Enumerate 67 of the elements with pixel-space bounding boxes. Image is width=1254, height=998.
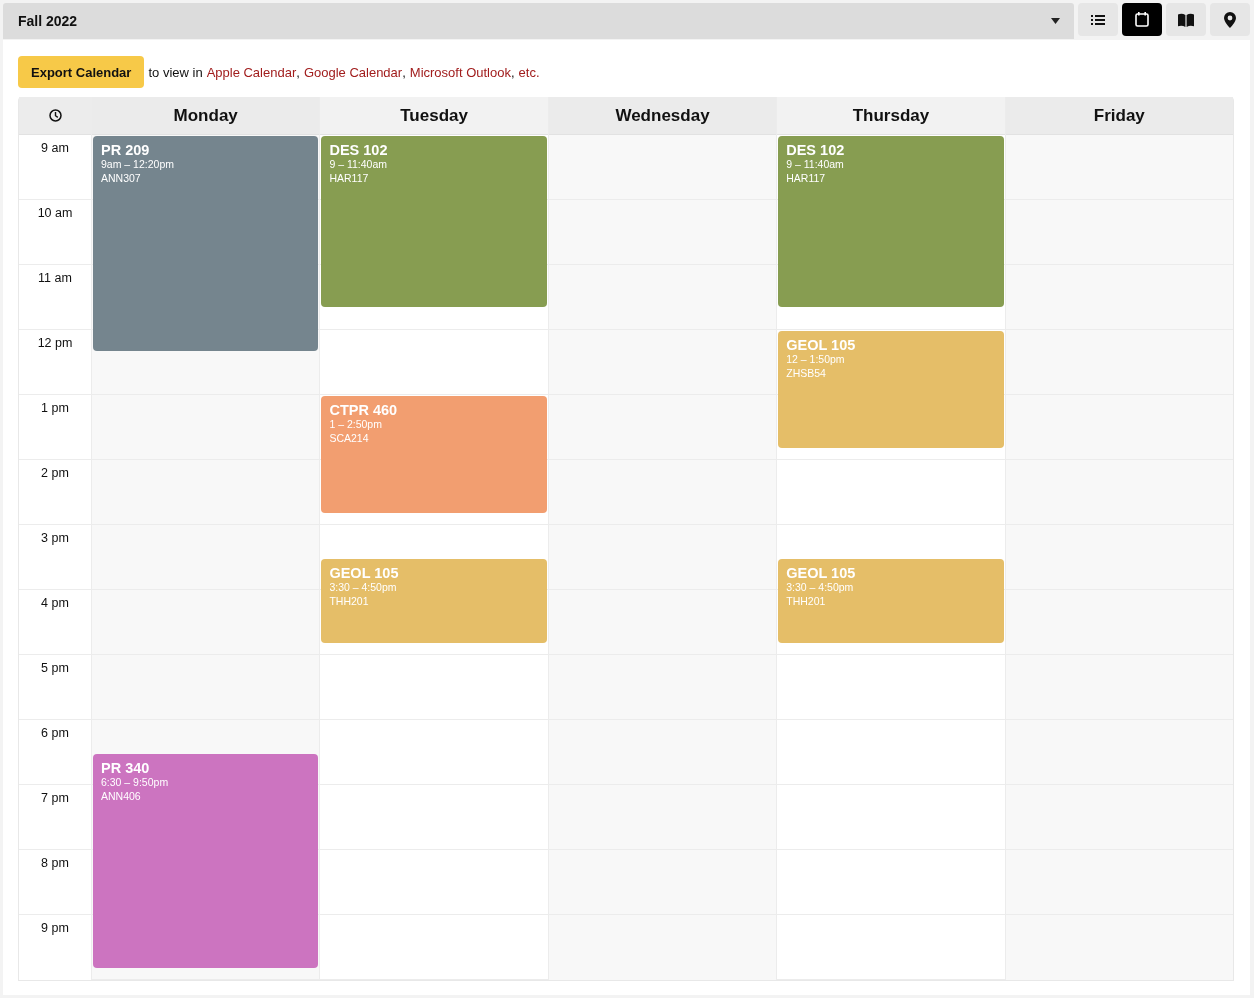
course-time: 3:30 – 4:50pm bbox=[786, 580, 854, 594]
course-title: CTPR 460 bbox=[329, 402, 398, 418]
app-link[interactable]: etc. bbox=[518, 64, 540, 80]
hour-label: 10 am bbox=[37, 206, 73, 220]
day-header: Monday bbox=[173, 105, 238, 126]
caret-icon bbox=[1051, 18, 1060, 24]
export-calendar-button[interactable]: Export Calendar bbox=[18, 56, 145, 88]
hour-label: 12 pm bbox=[37, 336, 73, 350]
hour-label: 4 pm bbox=[41, 596, 69, 610]
course-title: DES 102 bbox=[786, 142, 845, 158]
comma: , bbox=[296, 64, 300, 80]
hour-label: 11 am bbox=[38, 271, 72, 285]
course-event[interactable]: DES 102 9 – 11:40am HAR117 bbox=[321, 136, 547, 308]
pin-icon bbox=[1224, 11, 1236, 28]
comma: , bbox=[510, 64, 515, 80]
comma: , bbox=[402, 64, 406, 80]
calendar-icon bbox=[1135, 12, 1149, 27]
course-time: 12 – 1:50pm bbox=[786, 353, 845, 366]
export-hint: to view in bbox=[148, 64, 203, 80]
course-time: 9 – 11:40am bbox=[329, 158, 387, 171]
course-title: DES 102 bbox=[329, 142, 388, 158]
course-event[interactable]: CTPR 460 1 – 2:50pm SCA214 bbox=[321, 396, 547, 514]
course-time: 6:30 – 9:50pm bbox=[101, 775, 169, 789]
course-room: ANN406 bbox=[101, 788, 141, 804]
hour-label: 6 pm bbox=[41, 726, 69, 740]
course-time: 1 – 2:50pm bbox=[329, 418, 382, 431]
hour-label: 1 pm bbox=[41, 401, 69, 415]
day-header: Thursday bbox=[852, 105, 930, 126]
book-icon bbox=[1178, 12, 1194, 27]
hour-label: 9 am bbox=[41, 141, 69, 155]
view-button[interactable] bbox=[1210, 3, 1250, 36]
hour-label: 2 pm bbox=[41, 466, 69, 480]
hour-label: 5 pm bbox=[41, 661, 69, 675]
course-event[interactable]: DES 102 9 – 11:40am HAR117 bbox=[778, 136, 1004, 308]
course-room: THH201 bbox=[329, 593, 369, 609]
hour-label: 7 pm bbox=[41, 791, 69, 805]
clock-icon bbox=[48, 109, 62, 122]
view-button[interactable] bbox=[1078, 3, 1118, 36]
course-room: ZHSB54 bbox=[786, 366, 826, 381]
hour-label: 3 pm bbox=[41, 531, 69, 545]
course-room: ANN307 bbox=[101, 171, 141, 186]
course-room: THH201 bbox=[786, 593, 826, 609]
day-header: Tuesday bbox=[400, 105, 468, 126]
course-event[interactable]: PR 340 6:30 – 9:50pm ANN406 bbox=[93, 753, 319, 969]
course-room: SCA214 bbox=[329, 431, 369, 446]
course-title: PR 209 bbox=[101, 142, 150, 158]
course-time: 9 – 11:40am bbox=[786, 158, 844, 171]
app-link[interactable]: Apple Calendar bbox=[206, 64, 297, 80]
list-icon bbox=[1091, 13, 1105, 26]
course-title: GEOL 105 bbox=[329, 564, 399, 581]
course-event[interactable]: PR 209 9am – 12:20pm ANN307 bbox=[93, 136, 319, 351]
course-time: 3:30 – 4:50pm bbox=[329, 580, 397, 594]
day-header: Friday bbox=[1093, 105, 1145, 126]
course-title: GEOL 105 bbox=[786, 337, 856, 353]
hour-label: 9 pm bbox=[41, 921, 69, 935]
app-link[interactable]: Google Calendar bbox=[303, 64, 403, 80]
view-button[interactable] bbox=[1166, 3, 1206, 36]
course-title: GEOL 105 bbox=[786, 564, 856, 581]
course-room: HAR117 bbox=[329, 171, 369, 186]
hour-label: 8 pm bbox=[41, 856, 69, 870]
term-select[interactable]: Fall 2022 bbox=[3, 3, 1074, 39]
course-room: HAR117 bbox=[786, 171, 826, 186]
course-time: 9am – 12:20pm bbox=[101, 158, 174, 171]
app-link[interactable]: Microsoft Outlook bbox=[409, 64, 511, 80]
view-button[interactable] bbox=[1122, 3, 1162, 36]
day-header: Wednesday bbox=[615, 105, 710, 126]
course-title: PR 340 bbox=[101, 759, 150, 776]
